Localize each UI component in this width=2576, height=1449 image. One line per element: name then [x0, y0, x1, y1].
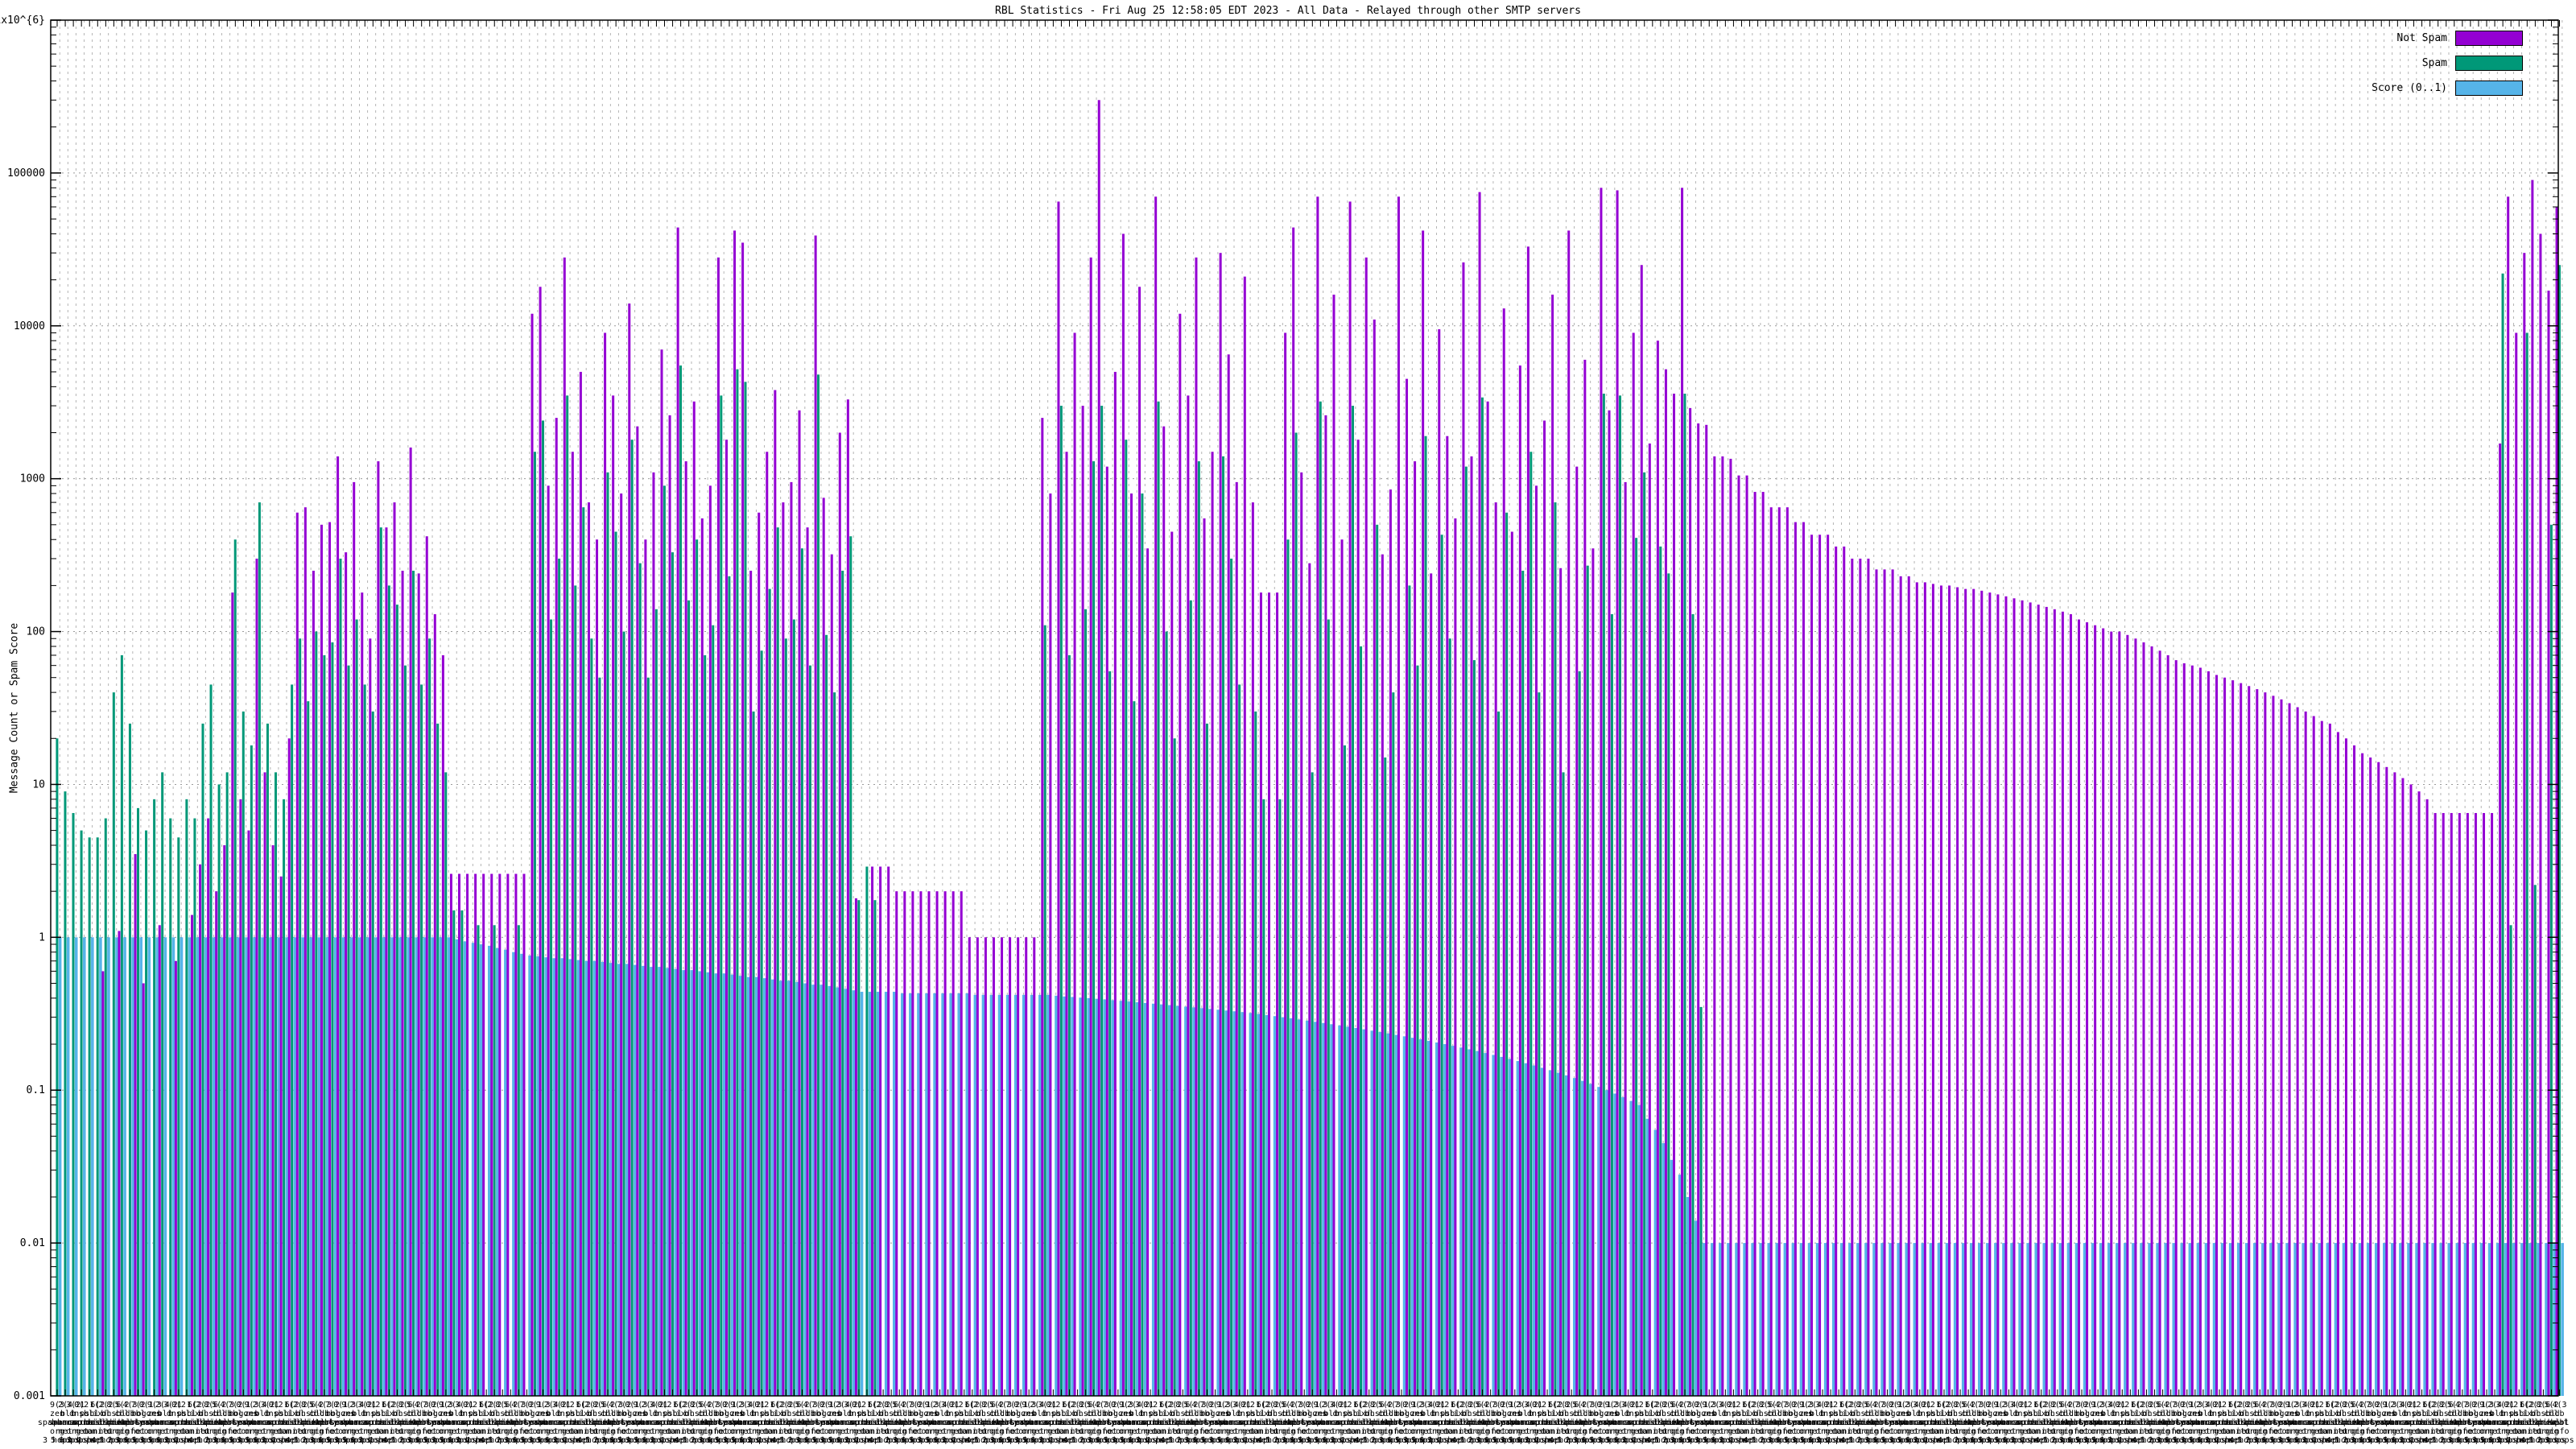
legend-item-score: Score (0..1) [2372, 79, 2523, 97]
legend-item-not-spam: Not Spam [2372, 29, 2523, 47]
svg-text:1000: 1000 [20, 473, 45, 485]
rbl-statistics-chart: 1x10^{6}1000001000010001001010.10.010.00… [0, 0, 2576, 1449]
legend-item-spam: Spam [2372, 54, 2523, 72]
svg-text:0.01: 0.01 [20, 1237, 45, 1249]
svg-text:0.001: 0.001 [14, 1390, 45, 1402]
y-axis-label: Message Count or Spam Score [8, 622, 21, 794]
legend: Not Spam Spam Score (0..1) [2372, 29, 2523, 104]
svg-text:0.1: 0.1 [27, 1084, 45, 1096]
plot-canvas: 1x10^{6}1000001000010001001010.10.010.00… [0, 14, 2574, 1445]
legend-swatch-not-spam [2455, 30, 2523, 46]
svg-text:100000: 100000 [7, 167, 45, 180]
legend-swatch-spam [2455, 55, 2523, 71]
legend-label-spam: Spam [2421, 56, 2447, 69]
svg-text:100: 100 [27, 626, 45, 638]
svg-text:1: 1 [39, 931, 45, 943]
chart-title: RBL Statistics - Fri Aug 25 12:58:05 EDT… [995, 5, 1581, 17]
legend-label-score: Score (0..1) [2372, 81, 2447, 94]
svg-text:10000: 10000 [14, 320, 45, 332]
legend-label-not-spam: Not Spam [2396, 31, 2447, 44]
legend-swatch-score [2455, 80, 2523, 96]
svg-text:10: 10 [32, 778, 45, 791]
